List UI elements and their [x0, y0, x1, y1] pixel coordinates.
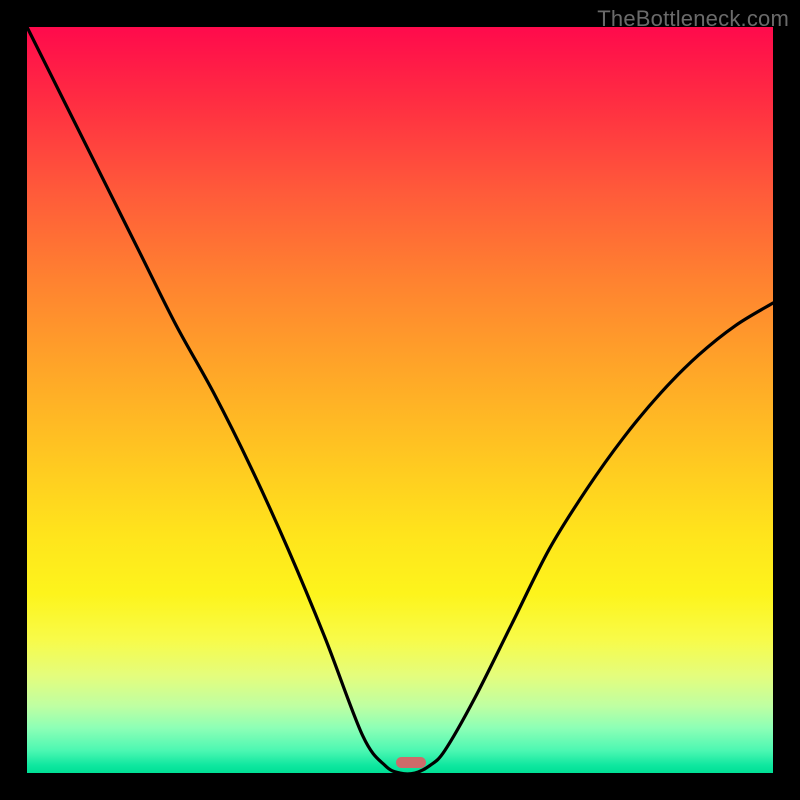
watermark-text: TheBottleneck.com	[597, 6, 789, 32]
bottleneck-curve	[27, 27, 773, 773]
plot-area	[27, 27, 773, 773]
optimal-marker	[396, 757, 426, 768]
chart-frame: TheBottleneck.com	[0, 0, 800, 800]
